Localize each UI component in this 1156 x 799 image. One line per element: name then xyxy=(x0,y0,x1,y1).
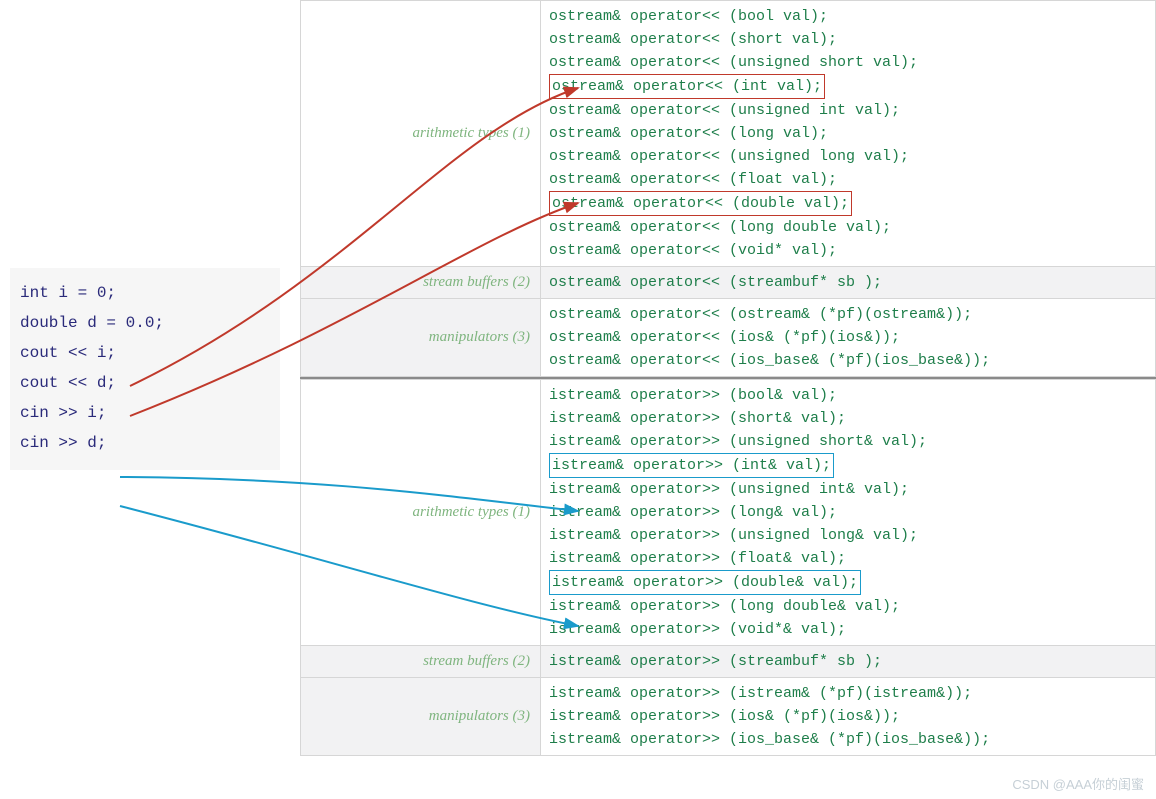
signature-line: istream& operator>> (streambuf* sb ); xyxy=(549,650,1149,673)
ostream-buf-sigs: ostream& operator<< (streambuf* sb ); xyxy=(541,267,1156,299)
code-line-4: cout << i; xyxy=(20,338,270,368)
watermark: CSDN @AAA你的闺蜜 xyxy=(1012,774,1144,793)
code-line-2: double d = 0.0; xyxy=(20,308,270,338)
code-snippet: int i = 0; double d = 0.0; cout << i; co… xyxy=(10,268,280,470)
signature-line: istream& operator>> (float& val); xyxy=(549,547,1149,570)
signature-line: ostream& operator<< (streambuf* sb ); xyxy=(549,271,1149,294)
signature-line: ostream& operator<< (void* val); xyxy=(549,239,1149,262)
signature-line: istream& operator>> (long double& val); xyxy=(549,595,1149,618)
ostream-buf-label: stream buffers (2) xyxy=(301,267,541,299)
signature-line: istream& operator>> (unsigned int& val); xyxy=(549,478,1149,501)
signature-line: ostream& operator<< (bool val); xyxy=(549,5,1149,28)
istream-manip-sigs: istream& operator>> (istream& (*pf)(istr… xyxy=(541,678,1156,756)
istream-manip-label: manipulators (3) xyxy=(301,678,541,756)
reference-table: arithmetic types (1) ostream& operator<<… xyxy=(300,0,1156,756)
signature-line: istream& operator>> (unsigned short& val… xyxy=(549,430,1149,453)
signature-line: ostream& operator<< (double val); xyxy=(549,191,1149,216)
signature-line: ostream& operator<< (ios_base& (*pf)(ios… xyxy=(549,349,1149,372)
highlight-red: ostream& operator<< (int val); xyxy=(549,74,825,99)
signature-line: ostream& operator<< (short val); xyxy=(549,28,1149,51)
signature-line: ostream& operator<< (int val); xyxy=(549,74,1149,99)
signature-line: istream& operator>> (ios_base& (*pf)(ios… xyxy=(549,728,1149,751)
signature-line: istream& operator>> (short& val); xyxy=(549,407,1149,430)
ostream-manip-sigs: ostream& operator<< (ostream& (*pf)(ostr… xyxy=(541,299,1156,377)
istream-arith-sigs: istream& operator>> (bool& val);istream&… xyxy=(541,380,1156,646)
ostream-arith-label: arithmetic types (1) xyxy=(301,1,541,267)
signature-line: ostream& operator<< (long val); xyxy=(549,122,1149,145)
ostream-manip-label: manipulators (3) xyxy=(301,299,541,377)
signature-line: ostream& operator<< (long double val); xyxy=(549,216,1149,239)
highlight-red: ostream& operator<< (double val); xyxy=(549,191,852,216)
code-line-5: cout << d; xyxy=(20,368,270,398)
istream-buf-sigs: istream& operator>> (streambuf* sb ); xyxy=(541,646,1156,678)
code-line-8: cin >> d; xyxy=(20,428,270,458)
highlight-blue: istream& operator>> (int& val); xyxy=(549,453,834,478)
signature-line: ostream& operator<< (unsigned long val); xyxy=(549,145,1149,168)
signature-line: ostream& operator<< (float val); xyxy=(549,168,1149,191)
istream-buf-label: stream buffers (2) xyxy=(301,646,541,678)
signature-line: istream& operator>> (long& val); xyxy=(549,501,1149,524)
signature-line: istream& operator>> (void*& val); xyxy=(549,618,1149,641)
signature-line: istream& operator>> (ios& (*pf)(ios&)); xyxy=(549,705,1149,728)
signature-line: ostream& operator<< (ostream& (*pf)(ostr… xyxy=(549,303,1149,326)
code-line-7: cin >> i; xyxy=(20,398,270,428)
signature-line: ostream& operator<< (ios& (*pf)(ios&)); xyxy=(549,326,1149,349)
signature-line: istream& operator>> (istream& (*pf)(istr… xyxy=(549,682,1149,705)
code-line-1: int i = 0; xyxy=(20,278,270,308)
signature-line: ostream& operator<< (unsigned short val)… xyxy=(549,51,1149,74)
signature-line: ostream& operator<< (unsigned int val); xyxy=(549,99,1149,122)
istream-table: arithmetic types (1) istream& operator>>… xyxy=(300,379,1156,756)
signature-line: istream& operator>> (int& val); xyxy=(549,453,1149,478)
ostream-arith-sigs: ostream& operator<< (bool val);ostream& … xyxy=(541,1,1156,267)
signature-line: istream& operator>> (double& val); xyxy=(549,570,1149,595)
ostream-table: arithmetic types (1) ostream& operator<<… xyxy=(300,0,1156,377)
signature-line: istream& operator>> (bool& val); xyxy=(549,384,1149,407)
istream-arith-label: arithmetic types (1) xyxy=(301,380,541,646)
highlight-blue: istream& operator>> (double& val); xyxy=(549,570,861,595)
signature-line: istream& operator>> (unsigned long& val)… xyxy=(549,524,1149,547)
